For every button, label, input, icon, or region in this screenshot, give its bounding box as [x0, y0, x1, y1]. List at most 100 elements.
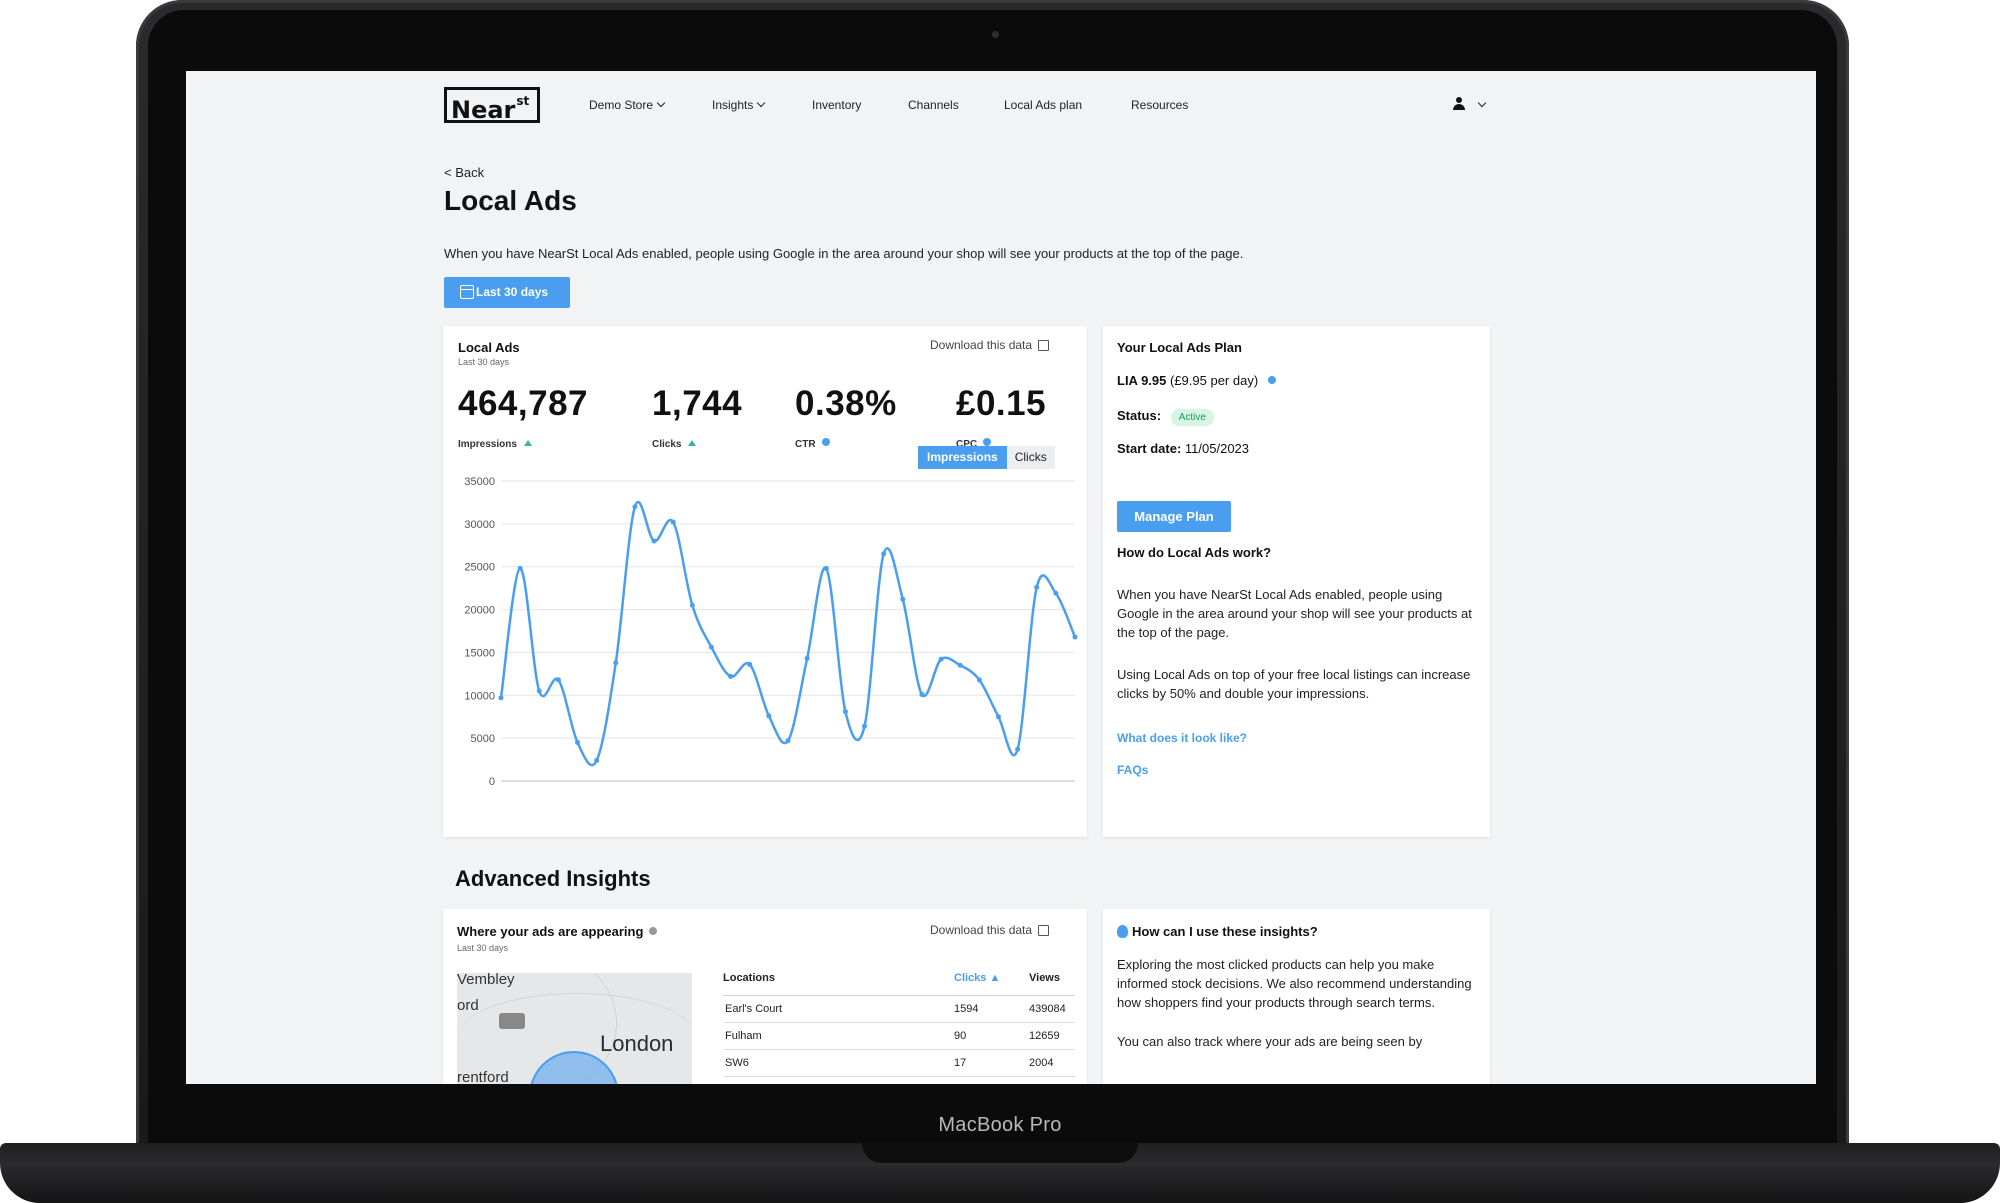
- data-point[interactable]: [498, 695, 504, 701]
- map-label: ord: [457, 997, 479, 1014]
- data-point[interactable]: [651, 538, 657, 544]
- nav-channels[interactable]: Channels: [908, 98, 959, 112]
- chevron-down-icon: [1477, 98, 1487, 108]
- copy-icon: [1038, 340, 1050, 351]
- y-tick-label: 0: [489, 776, 495, 788]
- nav-local-ads-plan[interactable]: Local Ads plan: [1004, 98, 1082, 112]
- data-point[interactable]: [976, 677, 982, 683]
- data-point[interactable]: [728, 673, 734, 679]
- nav-demo-store[interactable]: Demo Store: [589, 98, 666, 112]
- data-point[interactable]: [957, 662, 963, 668]
- table-row: Fulham 90 12659: [723, 1022, 1075, 1050]
- nav-insights[interactable]: Insights: [712, 98, 766, 112]
- data-point[interactable]: [919, 691, 925, 697]
- info-icon[interactable]: [649, 927, 658, 935]
- how-to-use-insights-card: How can I use these insights? Exploring …: [1103, 909, 1490, 1084]
- map-label: London: [600, 1031, 674, 1056]
- info-icon[interactable]: [983, 438, 992, 446]
- data-point[interactable]: [862, 723, 868, 729]
- info-icon[interactable]: [1267, 376, 1276, 384]
- y-tick-label: 35000: [464, 476, 495, 488]
- back-link[interactable]: < Back: [444, 165, 484, 180]
- status-label: Status:: [1117, 408, 1162, 423]
- data-point[interactable]: [594, 757, 600, 763]
- plan-name-row: LIA 9.95 (£9.95 per day): [1117, 373, 1276, 388]
- table-cell: 2004: [1029, 1049, 1075, 1077]
- location-map[interactable]: Vembley ord London rentford: [457, 973, 692, 1084]
- data-point[interactable]: [555, 677, 561, 683]
- chevron-down-icon: [656, 98, 666, 108]
- table-cell: 1594: [954, 995, 1029, 1023]
- data-point[interactable]: [1015, 746, 1021, 752]
- data-point[interactable]: [842, 709, 848, 715]
- plan-price: (£9.95 per day): [1170, 373, 1259, 388]
- nearst-logo[interactable]: Nearst: [444, 87, 540, 124]
- data-point[interactable]: [900, 596, 906, 602]
- clicks-label: Clicks: [652, 439, 697, 450]
- download-data-link[interactable]: Download this data: [930, 923, 1050, 937]
- data-point[interactable]: [517, 565, 523, 571]
- y-tick-label: 5000: [471, 733, 495, 745]
- column-header-clicks[interactable]: Clicks ▲: [954, 969, 1029, 996]
- data-point[interactable]: [1072, 634, 1078, 640]
- table-cell: Earl's Court: [723, 995, 954, 1023]
- ctr-label: CTR: [795, 438, 830, 450]
- map-marker-icon: [499, 1013, 525, 1029]
- data-point[interactable]: [995, 714, 1001, 720]
- plan-name: LIA 9.95: [1117, 373, 1167, 388]
- manage-plan-button[interactable]: Manage Plan: [1117, 501, 1231, 532]
- calendar-icon: [460, 285, 474, 299]
- data-point[interactable]: [708, 644, 714, 650]
- how-paragraph-1: When you have NearSt Local Ads enabled, …: [1117, 587, 1472, 640]
- data-point[interactable]: [536, 688, 542, 694]
- column-header-locations[interactable]: Locations: [723, 969, 954, 996]
- how-card-title: How can I use these insights?: [1117, 923, 1318, 939]
- data-point[interactable]: [766, 713, 772, 719]
- where-ads-appearing-card: Where your ads are appearing Last 30 day…: [443, 909, 1087, 1084]
- card-subtitle: Last 30 days: [458, 357, 510, 367]
- faqs-link[interactable]: FAQs: [1117, 763, 1148, 777]
- user-menu-chevron[interactable]: [1474, 96, 1487, 114]
- how-card-paragraph-1: Exploring the most clicked products can …: [1117, 957, 1472, 1010]
- table-cell: 90: [954, 1022, 1029, 1050]
- user-icon[interactable]: [1452, 97, 1466, 111]
- data-point[interactable]: [938, 656, 944, 662]
- page-title: Local Ads: [444, 185, 577, 216]
- data-point[interactable]: [670, 519, 676, 525]
- data-point[interactable]: [689, 602, 695, 608]
- nav-resources[interactable]: Resources: [1131, 98, 1188, 112]
- date-range-button[interactable]: Last 30 days: [444, 277, 570, 308]
- data-point[interactable]: [1053, 590, 1059, 596]
- device-brand-label: MacBook Pro: [938, 1114, 1062, 1136]
- data-point[interactable]: [1034, 584, 1040, 590]
- data-point[interactable]: [881, 551, 887, 557]
- table-row: SW6 17 2004: [723, 1049, 1075, 1077]
- advanced-insights-title: Advanced Insights: [455, 866, 651, 891]
- where-card-subtitle: Last 30 days: [457, 943, 509, 953]
- data-point[interactable]: [804, 655, 810, 661]
- table-cell: 12659: [1029, 1022, 1075, 1050]
- chevron-down-icon: [757, 98, 766, 108]
- data-point[interactable]: [575, 739, 581, 745]
- start-date-value: 11/05/2023: [1184, 441, 1250, 456]
- data-point[interactable]: [785, 738, 791, 744]
- column-header-views[interactable]: Views: [1029, 969, 1075, 996]
- data-point[interactable]: [613, 660, 619, 666]
- map-label: Vembley: [457, 973, 515, 988]
- clicks-value: 1,744: [652, 384, 743, 423]
- data-point[interactable]: [823, 565, 829, 571]
- nav-inventory[interactable]: Inventory: [812, 98, 861, 112]
- table-row: Earl's Court 1594 439084: [723, 995, 1075, 1023]
- table-cell: 17: [954, 1049, 1029, 1077]
- download-data-link[interactable]: Download this data: [930, 338, 1050, 352]
- info-icon[interactable]: [821, 438, 830, 446]
- y-tick-label: 25000: [464, 562, 495, 574]
- where-card-title: Where your ads are appearing: [457, 924, 658, 939]
- what-does-it-look-like-link[interactable]: What does it look like?: [1117, 731, 1247, 745]
- camera-icon: [992, 31, 999, 38]
- cpc-value: £0.15: [956, 384, 1047, 423]
- data-point[interactable]: [747, 661, 753, 667]
- browser-screen: Nearst Demo Store Insights Inventory Cha…: [186, 71, 1816, 1084]
- lightbulb-icon: [1117, 925, 1128, 938]
- data-point[interactable]: [632, 504, 638, 510]
